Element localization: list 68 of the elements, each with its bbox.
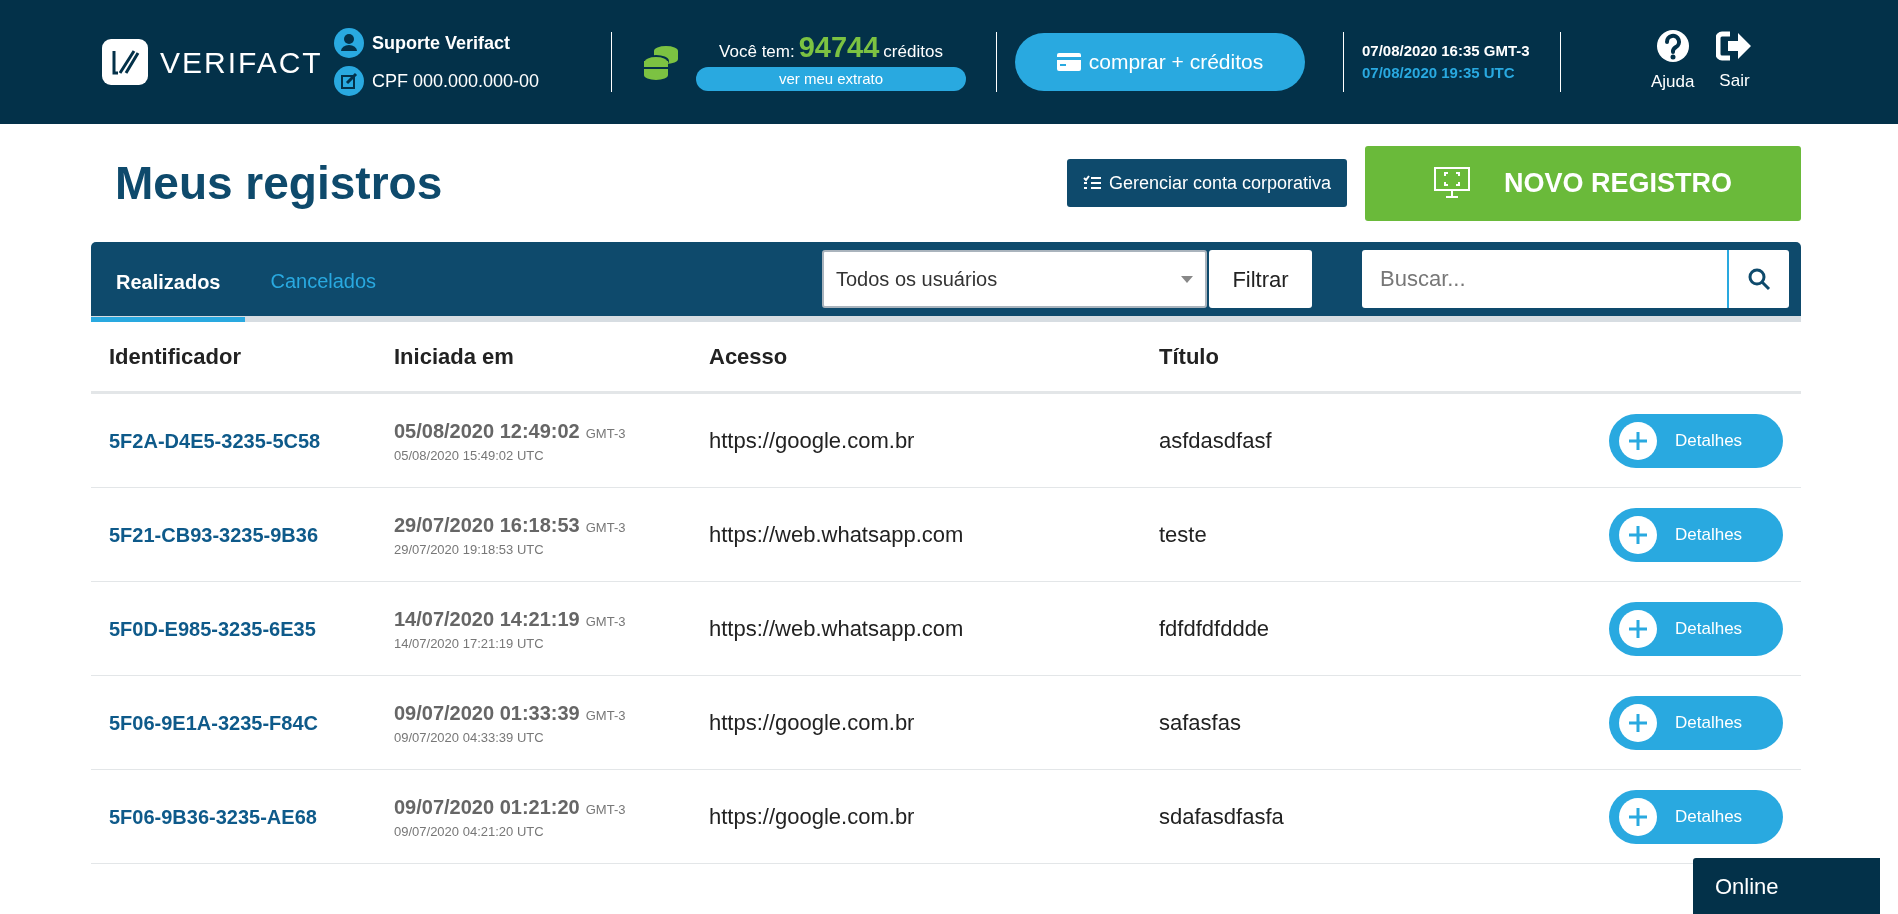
access-url: https://web.whatsapp.com xyxy=(709,616,964,641)
access-url: https://web.whatsapp.com xyxy=(709,522,964,547)
plus-icon xyxy=(1619,515,1657,554)
user-cpf: CPF 000.000.000-00 xyxy=(372,69,540,93)
timezone-label: GMT-3 xyxy=(585,800,626,819)
checklist-icon xyxy=(1082,175,1101,191)
filter-button[interactable]: Filtrar xyxy=(1209,250,1312,308)
start-time-utc: 05/08/2020 15:49:02 UTC xyxy=(394,446,545,465)
record-title: teste xyxy=(1159,522,1207,547)
credits-label: créditos xyxy=(883,41,943,64)
column-header: Identificador xyxy=(109,343,242,371)
credits-amount: 94744 xyxy=(798,33,880,63)
record-title: safasfas xyxy=(1159,710,1241,735)
record-title: asfdasdfasf xyxy=(1159,428,1272,453)
start-time: 14/07/2020 14:21:19 xyxy=(394,606,580,632)
start-time: 05/08/2020 12:49:02 xyxy=(394,418,580,444)
manage-account-button[interactable]: Gerenciar conta corporativa xyxy=(1066,159,1347,207)
record-title: fdfdfdfddde xyxy=(1159,616,1270,641)
record-id-link[interactable]: 5F21-CB93-3235-9B36 xyxy=(109,523,318,546)
record-id-link[interactable]: 5F0D-E985-3235-6E35 xyxy=(109,617,316,640)
exit-icon xyxy=(1716,30,1753,63)
start-time: 29/07/2020 16:18:53 xyxy=(394,512,580,538)
record-id-link[interactable]: 5F06-9E1A-3235-F84C xyxy=(109,711,318,734)
logo-text: VERIFACT xyxy=(160,44,323,81)
timezone-label: GMT-3 xyxy=(585,612,626,631)
credits-label: Você tem: xyxy=(719,41,795,64)
utc-time: 07/08/2020 19:35 UTC xyxy=(1362,63,1516,83)
help-button[interactable]: Ajuda xyxy=(1651,29,1695,95)
user-icon xyxy=(334,28,364,58)
plus-icon xyxy=(1619,703,1657,742)
access-url: https://google.com.br xyxy=(709,428,915,453)
column-header: Acesso xyxy=(709,343,789,371)
search-field[interactable]: Buscar... xyxy=(1362,250,1727,308)
start-time: 09/07/2020 01:21:20 xyxy=(394,794,580,820)
timezone-label: GMT-3 xyxy=(585,518,626,537)
search-button[interactable] xyxy=(1727,250,1789,308)
column-header: Iniciada em xyxy=(394,343,515,371)
start-time-utc: 09/07/2020 04:33:39 UTC xyxy=(394,728,545,747)
user-name: Suporte Verifact xyxy=(372,31,511,55)
start-time-utc: 09/07/2020 04:21:20 UTC xyxy=(394,822,545,841)
local-time: 07/08/2020 16:35 GMT-3 xyxy=(1362,40,1531,61)
search-icon xyxy=(1747,267,1771,291)
record-id-link[interactable]: 5F2A-D4E5-3235-5C58 xyxy=(109,429,321,452)
edit-icon xyxy=(334,66,364,96)
card-icon xyxy=(1056,53,1081,71)
plus-icon xyxy=(1619,421,1657,460)
access-url: https://google.com.br xyxy=(709,710,915,735)
tab[interactable]: Realizados xyxy=(91,242,246,322)
plus-icon xyxy=(1619,797,1657,836)
tab[interactable]: Cancelados xyxy=(245,242,402,316)
column-header: Título xyxy=(1159,343,1220,371)
logo-icon xyxy=(102,39,148,85)
start-time-utc: 29/07/2020 19:18:53 UTC xyxy=(394,540,545,559)
exit-button[interactable]: Sair xyxy=(1716,30,1753,94)
start-time-utc: 14/07/2020 17:21:19 UTC xyxy=(394,634,545,653)
plus-icon xyxy=(1619,609,1657,648)
access-url: https://google.com.br xyxy=(709,804,915,829)
record-title: sdafasdfasfa xyxy=(1159,804,1284,829)
timezone-label: GMT-3 xyxy=(585,424,626,443)
timezone-label: GMT-3 xyxy=(585,706,626,725)
user-select[interactable]: Todos os usuários xyxy=(822,250,1207,308)
help-icon xyxy=(1655,29,1690,64)
start-time: 09/07/2020 01:33:39 xyxy=(394,700,580,726)
caret-icon xyxy=(1181,275,1193,283)
page-title: Meus registros xyxy=(115,155,443,211)
chat-status-tab[interactable]: Online xyxy=(1693,858,1880,914)
record-id-link[interactable]: 5F06-9B36-3235-AE68 xyxy=(109,805,317,828)
monitor-icon xyxy=(1434,167,1470,199)
